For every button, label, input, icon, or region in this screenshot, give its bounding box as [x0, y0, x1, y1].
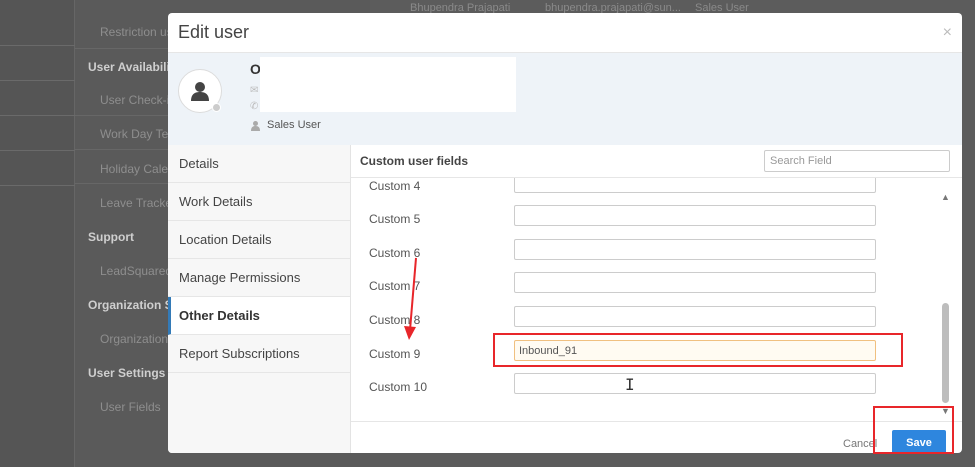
- search-field-input[interactable]: [764, 150, 950, 172]
- field-label: Custom 10: [369, 380, 428, 394]
- custom-fields-panel: Custom user fields Custom 4 Custom 5 Cus…: [351, 145, 962, 453]
- background-left-strip: [0, 0, 75, 467]
- text-cursor-icon: I: [625, 375, 635, 394]
- email-icon: ✉: [250, 85, 259, 96]
- presence-status-dot: [212, 103, 221, 112]
- field-label: Custom 7: [369, 279, 421, 293]
- field-row-custom-5: Custom 5: [351, 203, 941, 237]
- edit-user-modal: Edit user × O ✉ ✆ Sales User Details Wor…: [168, 13, 962, 453]
- close-icon[interactable]: ×: [943, 24, 952, 42]
- field-label: Custom 4: [369, 179, 421, 193]
- annotation-highlight-custom-9: [493, 333, 903, 367]
- annotation-highlight-save: [873, 406, 954, 454]
- bg-sidebar-item: Restriction us: [100, 25, 173, 39]
- custom-fields-list: Custom 4 Custom 5 Custom 6 Custom 7 Cust…: [351, 178, 941, 408]
- field-row-custom-10: Custom 10: [351, 371, 941, 405]
- user-profile-banner: O ✉ ✆: [168, 53, 962, 145]
- redacted-contact-info: [260, 57, 516, 112]
- custom-7-input[interactable]: [514, 272, 876, 293]
- field-label: Custom 5: [369, 212, 421, 226]
- bg-sidebar-item: Work Day Te: [100, 127, 169, 141]
- user-role-label: Sales User: [267, 119, 321, 131]
- bg-sidebar-item: User Check-in: [100, 93, 177, 107]
- nav-item-report-subscriptions[interactable]: Report Subscriptions: [168, 335, 350, 373]
- bg-sidebar-item: LeadSquared: [100, 264, 173, 278]
- modal-title: Edit user: [178, 22, 250, 42]
- edit-user-nav: Details Work Details Location Details Ma…: [168, 145, 351, 453]
- custom-4-input[interactable]: [514, 178, 876, 193]
- field-label: Custom 8: [369, 313, 421, 327]
- panel-title: Custom user fields: [360, 154, 469, 168]
- bg-sidebar-heading: Organization Sv: [88, 298, 180, 312]
- nav-item-details[interactable]: Details: [168, 145, 350, 183]
- scrollbar-thumb[interactable]: [942, 303, 949, 403]
- modal-footer: Cancel Save: [351, 421, 962, 453]
- fields-scrollbar[interactable]: ▲ ▼: [939, 188, 953, 418]
- bg-sidebar-item: Leave Tracke: [100, 196, 173, 210]
- nav-item-location-details[interactable]: Location Details: [168, 221, 350, 259]
- custom-5-input[interactable]: [514, 205, 876, 226]
- field-row-custom-6: Custom 6: [351, 237, 941, 271]
- user-silhouette-icon: [191, 82, 209, 101]
- field-row-custom-7: Custom 7: [351, 270, 941, 304]
- field-label: Custom 6: [369, 246, 421, 260]
- custom-8-input[interactable]: [514, 306, 876, 327]
- field-label: Custom 9: [369, 347, 421, 361]
- user-icon: [251, 120, 260, 131]
- custom-6-input[interactable]: [514, 239, 876, 260]
- bg-sidebar-item: Organization: [100, 332, 169, 346]
- bg-sidebar-heading: User Availability: [88, 60, 181, 74]
- modal-header: Edit user ×: [168, 13, 962, 53]
- nav-item-work-details[interactable]: Work Details: [168, 183, 350, 221]
- nav-item-manage-permissions[interactable]: Manage Permissions: [168, 259, 350, 297]
- user-role: Sales User: [250, 119, 321, 131]
- bg-sidebar-heading: User Settings: [88, 366, 166, 380]
- bg-sidebar-heading: Support: [88, 230, 134, 244]
- bg-sidebar-item: User Fields: [100, 400, 161, 414]
- custom-10-input[interactable]: [514, 373, 876, 394]
- phone-icon: ✆: [250, 101, 259, 112]
- field-row-custom-4: Custom 4: [351, 178, 941, 204]
- bg-sidebar-item: Holiday Calen: [100, 162, 175, 176]
- nav-item-other-details[interactable]: Other Details: [168, 297, 350, 335]
- scroll-up-arrow-icon[interactable]: ▲: [941, 192, 950, 202]
- panel-header: Custom user fields: [351, 145, 962, 178]
